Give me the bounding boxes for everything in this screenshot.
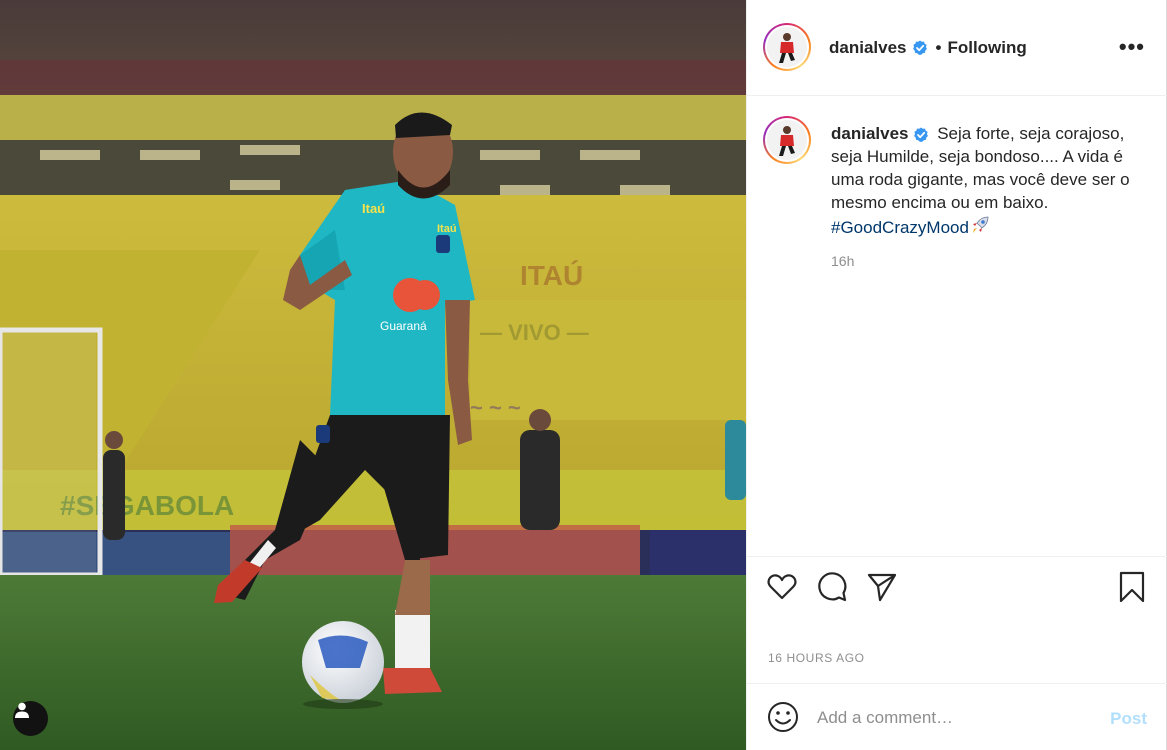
svg-text:ITAÚ: ITAÚ bbox=[520, 260, 583, 291]
verified-badge-icon bbox=[912, 40, 927, 55]
caption-time[interactable]: 16h bbox=[831, 253, 854, 269]
bookmark-icon[interactable] bbox=[1116, 571, 1148, 603]
caption-avatar-image bbox=[767, 120, 807, 160]
more-options-icon[interactable]: ••• bbox=[1119, 36, 1145, 58]
avatar bbox=[767, 27, 807, 67]
header-user-row: danialves • Following bbox=[829, 38, 1027, 58]
caption-hashtag-link[interactable]: #GoodCrazyMood bbox=[831, 218, 969, 237]
post-timestamp[interactable]: 16 HOURS AGO bbox=[768, 651, 865, 665]
following-button[interactable]: Following bbox=[947, 38, 1026, 58]
post-caption-area: danialves Seja forte, seja corajoso, sej… bbox=[747, 96, 1167, 556]
instagram-post-modal: ITAÚ — VIVO — ~ ~ ~ #SEGABOLA Guaraná It… bbox=[0, 0, 1167, 750]
user-tag-icon[interactable] bbox=[13, 701, 48, 736]
caption-story-ring-avatar[interactable] bbox=[763, 116, 811, 164]
comment-icon[interactable] bbox=[816, 571, 848, 603]
svg-text:Itaú: Itaú bbox=[362, 201, 385, 216]
caption-verified-badge-icon bbox=[913, 127, 928, 142]
svg-text:Itaú: Itaú bbox=[437, 223, 457, 235]
svg-text:Guaraná: Guaraná bbox=[380, 319, 427, 333]
post-action-bar bbox=[747, 556, 1167, 616]
comment-input[interactable] bbox=[817, 706, 1097, 730]
heart-icon[interactable] bbox=[766, 571, 798, 603]
post-header: danialves • Following ••• bbox=[747, 0, 1167, 96]
post-side-panel: danialves • Following ••• danialves Seja… bbox=[746, 0, 1167, 750]
caption-username[interactable]: danialves bbox=[831, 124, 909, 143]
post-photo-image: ITAÚ — VIVO — ~ ~ ~ #SEGABOLA Guaraná It… bbox=[0, 0, 746, 750]
post-photo[interactable]: ITAÚ — VIVO — ~ ~ ~ #SEGABOLA Guaraná It… bbox=[0, 0, 746, 750]
comment-bar: Post bbox=[747, 683, 1167, 750]
story-ring-avatar[interactable] bbox=[763, 23, 811, 71]
emoji-icon[interactable] bbox=[766, 700, 800, 734]
rocket-emoji-icon bbox=[972, 216, 989, 233]
send-icon[interactable] bbox=[866, 571, 898, 603]
avatar-image bbox=[767, 27, 807, 67]
svg-text:~ ~ ~: ~ ~ ~ bbox=[470, 395, 521, 420]
caption-text: danialves Seja forte, seja corajoso, sej… bbox=[831, 122, 1141, 239]
header-username[interactable]: danialves bbox=[829, 38, 907, 58]
caption-avatar bbox=[767, 120, 807, 160]
svg-text:— VIVO —: — VIVO — bbox=[480, 320, 589, 345]
post-comment-button[interactable]: Post bbox=[1110, 709, 1147, 729]
header-separator: • bbox=[935, 38, 942, 57]
user-tag-glyph bbox=[15, 702, 29, 718]
